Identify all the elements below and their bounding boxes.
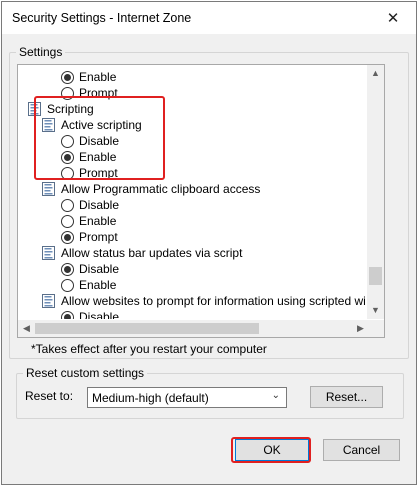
option-row[interactable]: Enable — [61, 69, 358, 85]
settings-page-icon — [42, 246, 57, 260]
option-row[interactable]: Disable — [61, 261, 358, 277]
setting-row: Allow websites to prompt for information… — [42, 293, 366, 309]
radio-checked-icon[interactable] — [61, 311, 74, 319]
reset-button-label: Reset... — [325, 390, 368, 404]
security-settings-dialog: Security Settings - Internet Zone ✕ Sett… — [1, 1, 417, 485]
scroll-left-icon[interactable]: ◀ — [18, 320, 35, 337]
settings-tree-content: Enable Prompt Scripting Active scripting Dis… — [18, 65, 366, 319]
settings-page-icon — [42, 294, 57, 308]
horizontal-scrollbar[interactable]: ◀ ▶ — [18, 320, 369, 337]
option-row[interactable]: Enable — [61, 149, 358, 165]
radio-unchecked-icon[interactable] — [61, 87, 74, 100]
horizontal-scroll-thumb[interactable] — [35, 323, 259, 334]
option-row[interactable]: Disable — [61, 197, 358, 213]
option-label: Disable — [79, 198, 120, 212]
setting-label: Allow Programmatic clipboard access — [61, 182, 261, 196]
option-row[interactable]: Enable — [61, 213, 358, 229]
ok-button-label: OK — [263, 443, 281, 457]
option-label: Enable — [79, 70, 117, 84]
settings-page-icon — [42, 182, 57, 196]
radio-checked-icon[interactable] — [61, 263, 74, 276]
scroll-down-icon[interactable]: ▼ — [367, 302, 384, 319]
radio-unchecked-icon[interactable] — [61, 135, 74, 148]
option-row[interactable]: Enable — [61, 277, 358, 293]
security-level-value: Medium-high (default) — [92, 391, 209, 405]
option-label: Disable — [79, 310, 120, 319]
option-row[interactable]: Prompt — [61, 229, 358, 245]
option-label: Disable — [79, 134, 120, 148]
close-button[interactable]: ✕ — [370, 2, 416, 34]
option-label: Prompt — [79, 230, 118, 244]
title-bar: Security Settings - Internet Zone ✕ — [2, 2, 416, 34]
ok-button[interactable]: OK — [235, 439, 309, 461]
restart-note: *Takes effect after you restart your com… — [31, 342, 267, 356]
reset-group-label: Reset custom settings — [23, 366, 148, 380]
radio-checked-icon[interactable] — [61, 71, 74, 84]
option-label: Prompt — [79, 86, 118, 100]
option-row[interactable]: Prompt — [61, 85, 358, 101]
setting-row: Allow status bar updates via script — [42, 245, 358, 261]
reset-to-label: Reset to: — [25, 389, 74, 403]
settings-tree[interactable]: Enable Prompt Scripting Active scripting Dis… — [17, 64, 385, 338]
option-label: Prompt — [79, 166, 118, 180]
cancel-button[interactable]: Cancel — [323, 439, 400, 461]
category-label: Scripting — [47, 102, 94, 116]
vertical-scrollbar[interactable]: ▲ ▼ — [367, 65, 384, 319]
setting-label: Allow websites to prompt for information… — [61, 294, 366, 308]
radio-unchecked-icon[interactable] — [61, 167, 74, 180]
radio-unchecked-icon[interactable] — [61, 199, 74, 212]
close-icon: ✕ — [386, 10, 400, 27]
option-row[interactable]: Disable — [61, 133, 358, 149]
scroll-up-icon[interactable]: ▲ — [367, 65, 384, 82]
option-label: Enable — [79, 150, 117, 164]
option-row[interactable]: Disable — [61, 309, 358, 319]
cancel-button-label: Cancel — [342, 443, 381, 457]
option-row[interactable]: Prompt — [61, 165, 358, 181]
radio-unchecked-icon[interactable] — [61, 279, 74, 292]
settings-page-icon — [28, 102, 43, 116]
setting-row: Allow Programmatic clipboard access — [42, 181, 358, 197]
radio-unchecked-icon[interactable] — [61, 215, 74, 228]
scrollbar-corner — [367, 320, 384, 337]
settings-page-icon — [42, 118, 57, 132]
reset-button[interactable]: Reset... — [310, 386, 383, 408]
setting-label: Allow status bar updates via script — [61, 246, 243, 260]
radio-checked-icon[interactable] — [61, 231, 74, 244]
chevron-down-icon: ⌄ — [271, 390, 280, 401]
vertical-scroll-thumb[interactable] — [369, 267, 382, 285]
setting-label: Active scripting — [61, 118, 142, 132]
security-level-select[interactable]: Medium-high (default) ⌄ — [87, 387, 287, 408]
option-label: Enable — [79, 214, 117, 228]
option-label: Enable — [79, 278, 117, 292]
option-label: Disable — [79, 262, 120, 276]
radio-checked-icon[interactable] — [61, 151, 74, 164]
setting-row: Active scripting — [42, 117, 358, 133]
category-row: Scripting — [28, 101, 358, 117]
window-title: Security Settings - Internet Zone — [12, 11, 192, 25]
settings-group-label: Settings — [16, 45, 66, 59]
